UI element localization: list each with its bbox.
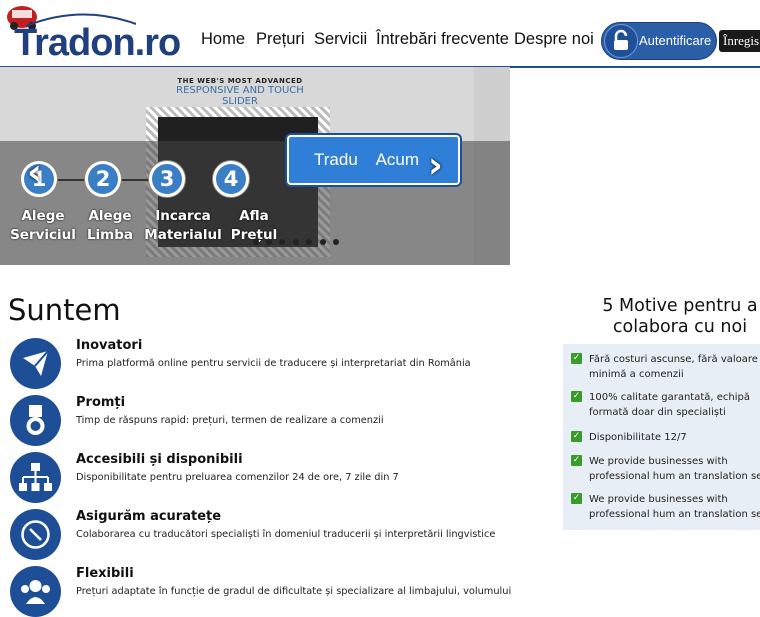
lock-icon: [604, 24, 638, 58]
slider-dot[interactable]: [279, 239, 285, 245]
feature-title: Flexibili: [76, 566, 134, 581]
motive-text: We provide businesses with professional …: [589, 494, 760, 520]
step-2: 2: [84, 160, 122, 198]
feature-desc: Disponibilitate pentru preluarea comenzi…: [76, 472, 399, 483]
step-label-line2: Materialul: [144, 227, 222, 243]
slider-dot[interactable]: [293, 239, 299, 245]
step-label-3: Incarca Materialul: [143, 207, 223, 245]
step-label-line2: Limba: [86, 227, 134, 243]
step-label-line1: Alege: [21, 208, 65, 224]
check-icon: ✓: [571, 455, 582, 466]
users-icon: [10, 566, 61, 617]
step-number: 4: [216, 164, 246, 194]
step-label-line1: Incarca: [155, 208, 211, 224]
feature-title: Asigurăm acuratețe: [76, 509, 222, 524]
paper-plane-icon: [10, 338, 61, 389]
step-label-line1: Alege: [88, 208, 132, 224]
feature-title: Accesibili și disponibili: [76, 452, 243, 467]
motive-box: ✓ Fără costuri ascunse, fără valoare min…: [563, 344, 760, 530]
feature-title: Promți: [76, 395, 126, 410]
feature-title: Inovatori: [76, 338, 143, 353]
motive-text: 100% calitate garantată, echipă formată …: [589, 392, 751, 418]
login-button[interactable]: Autentificare: [601, 22, 717, 60]
slider-dot[interactable]: [306, 239, 312, 245]
nav-despre[interactable]: Despre noi: [514, 30, 594, 49]
nav-preturi[interactable]: Prețuri: [256, 30, 305, 49]
check-icon: ✓: [571, 353, 582, 364]
nav-home[interactable]: Home: [201, 30, 245, 49]
slider-dot[interactable]: [253, 239, 259, 245]
logo-text: Tradon.ro: [14, 22, 181, 64]
motive-title-line1: 5 Motive pentru a: [602, 296, 758, 316]
slider-promo-main: RESPONSIVE AND TOUCH SLIDER: [176, 85, 304, 107]
feature-desc: Prețuri adaptate în funcție de gradul de…: [76, 586, 512, 597]
sitemap-icon: [10, 452, 61, 503]
step-3: 3: [148, 160, 186, 198]
compass-icon: [10, 509, 61, 560]
step-number: 3: [152, 164, 182, 194]
medal-icon: [10, 395, 61, 446]
motive-text: Disponibilitate 12/7: [589, 432, 687, 443]
nav-servicii[interactable]: Servicii: [314, 30, 367, 49]
tradu-acum-label: Tradu Acum: [314, 150, 420, 169]
check-icon: ✓: [571, 493, 582, 504]
motive-title: 5 Motive pentru a colabora cu noi: [590, 296, 760, 338]
slider-prev-icon[interactable]: ‹: [27, 155, 42, 191]
motive-title-line2: colabora cu noi: [612, 317, 748, 337]
slider-promo-small: THE WEB'S MOST ADVANCED: [177, 77, 303, 85]
register-button[interactable]: Înregis: [719, 30, 760, 52]
login-label: Autentificare: [639, 33, 712, 48]
check-icon: ✓: [571, 431, 582, 442]
slider-dot[interactable]: [333, 239, 339, 245]
nav-intrebari[interactable]: Întrebări frecvente: [376, 30, 509, 49]
feature-desc: Colaborarea cu traducători specialiști î…: [76, 529, 496, 540]
slider-next-icon[interactable]: ›: [428, 148, 443, 184]
suntem-title: Suntem: [8, 293, 121, 327]
check-icon: ✓: [571, 391, 582, 402]
feature-desc: Prima platformă online pentru servicii d…: [76, 358, 471, 369]
slider-dot[interactable]: [320, 239, 326, 245]
feature-desc: Timp de răspuns rapid: prețuri, termen d…: [76, 415, 384, 426]
step-label-line2: Serviciul: [10, 227, 76, 243]
step-4: 4: [212, 160, 250, 198]
motive-text: Fără costuri ascunse, fără valoare minim…: [589, 354, 758, 380]
step-label-2: Alege Limba: [70, 207, 150, 245]
hero-slider[interactable]: THE WEB'S MOST ADVANCED RESPONSIVE AND T…: [0, 67, 510, 265]
step-number: 2: [88, 164, 118, 194]
site-logo[interactable]: Tradon.ro: [4, 2, 181, 64]
motive-text: We provide businesses with professional …: [589, 456, 760, 482]
step-label-line1: Afla: [239, 208, 269, 224]
slider-dot[interactable]: [266, 239, 272, 245]
